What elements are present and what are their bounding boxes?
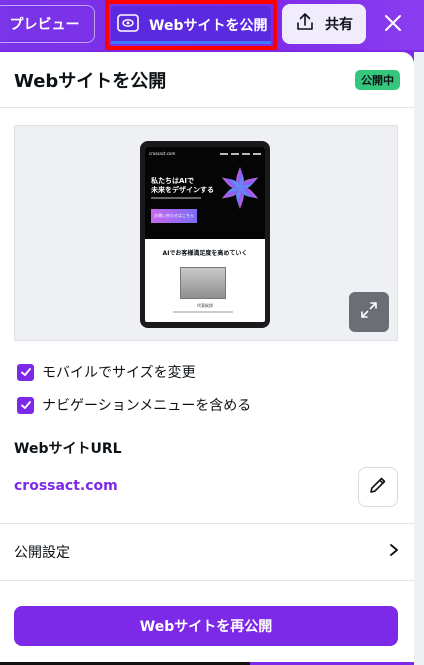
preview-person-photo (180, 267, 226, 299)
publish-settings-label: 公開設定 (14, 545, 70, 561)
website-url-link[interactable]: crossact.com (14, 478, 118, 494)
close-button[interactable] (374, 6, 412, 44)
upload-share-icon (295, 12, 315, 36)
share-label: 共有 (325, 17, 353, 33)
tablet-preview: crossact.com 私たちはAIで 未来をデザインする お問い合わせはこち… (140, 141, 270, 328)
publish-settings-row[interactable]: 公開設定 (0, 524, 414, 580)
share-button[interactable]: 共有 (282, 4, 366, 44)
include-nav-checkbox[interactable] (17, 396, 34, 414)
preview-star-graphic (217, 165, 263, 215)
panel-header: Webサイトを公開 公開中 (0, 52, 414, 108)
resize-mobile-label: モバイルでサイズを変更 (42, 365, 196, 381)
edit-url-button[interactable] (358, 467, 398, 507)
preview-nav-links (220, 151, 261, 156)
preview-logo: crossact.com (149, 151, 176, 156)
preview-hero-title-line1: 私たちはAIで (151, 177, 195, 185)
close-icon (384, 14, 402, 36)
publish-web-icon (117, 14, 139, 36)
republish-website-button[interactable]: Webサイトを再公開 (14, 606, 398, 646)
pencil-icon (368, 475, 388, 499)
option-resize-mobile[interactable]: モバイルでサイズを変更 (17, 361, 196, 383)
preview-nav: crossact.com (149, 151, 261, 156)
preview-cta: お問い合わせはこちら (151, 209, 197, 223)
publish-panel: Webサイトを公開 公開中 crossact.com 私たちはAIで 未来をデザ… (0, 52, 414, 662)
website-preview: crossact.com 私たちはAIで 未来をデザインする お問い合わせはこち… (14, 125, 398, 341)
panel-right-edge (414, 52, 424, 665)
top-toolbar: プレビュー Webサイトを公開 共有 (0, 0, 424, 50)
preview-hero-subtext (151, 197, 201, 199)
preview-person-caption: 代表挨拶 (197, 303, 213, 308)
include-nav-label: ナビゲーションメニューを含める (42, 398, 252, 414)
preview-section-title: AIでお客様満足度を高めていく (162, 250, 248, 257)
tablet-screen: crossact.com 私たちはAIで 未来をデザインする お問い合わせはこち… (145, 147, 265, 322)
preview-hero: crossact.com 私たちはAIで 未来をデザインする お問い合わせはこち… (145, 147, 265, 239)
resize-mobile-checkbox[interactable] (17, 363, 34, 381)
preview-text-line (173, 311, 233, 313)
expand-preview-button[interactable] (349, 292, 389, 332)
preview-hero-title: 私たちはAIで 未来をデザインする (151, 177, 214, 195)
republish-label: Webサイトを再公開 (139, 619, 273, 635)
check-icon (20, 368, 31, 376)
divider (0, 580, 414, 581)
preview-hero-title-line2: 未来をデザインする (151, 186, 214, 194)
preview-button[interactable]: プレビュー (0, 5, 95, 43)
status-badge: 公開中 (355, 69, 400, 90)
preview-cta-label: お問い合わせはこちら (154, 213, 194, 218)
panel-title: Webサイトを公開 (14, 70, 167, 92)
website-url-label: WebサイトURL (14, 441, 122, 457)
preview-label: プレビュー (9, 17, 80, 33)
publish-website-button[interactable]: Webサイトを公開 (111, 6, 271, 44)
publish-label: Webサイトを公開 (149, 18, 268, 34)
option-include-nav[interactable]: ナビゲーションメニューを含める (17, 394, 251, 416)
check-icon (20, 401, 31, 409)
expand-icon (359, 300, 379, 324)
chevron-right-icon (388, 543, 400, 561)
